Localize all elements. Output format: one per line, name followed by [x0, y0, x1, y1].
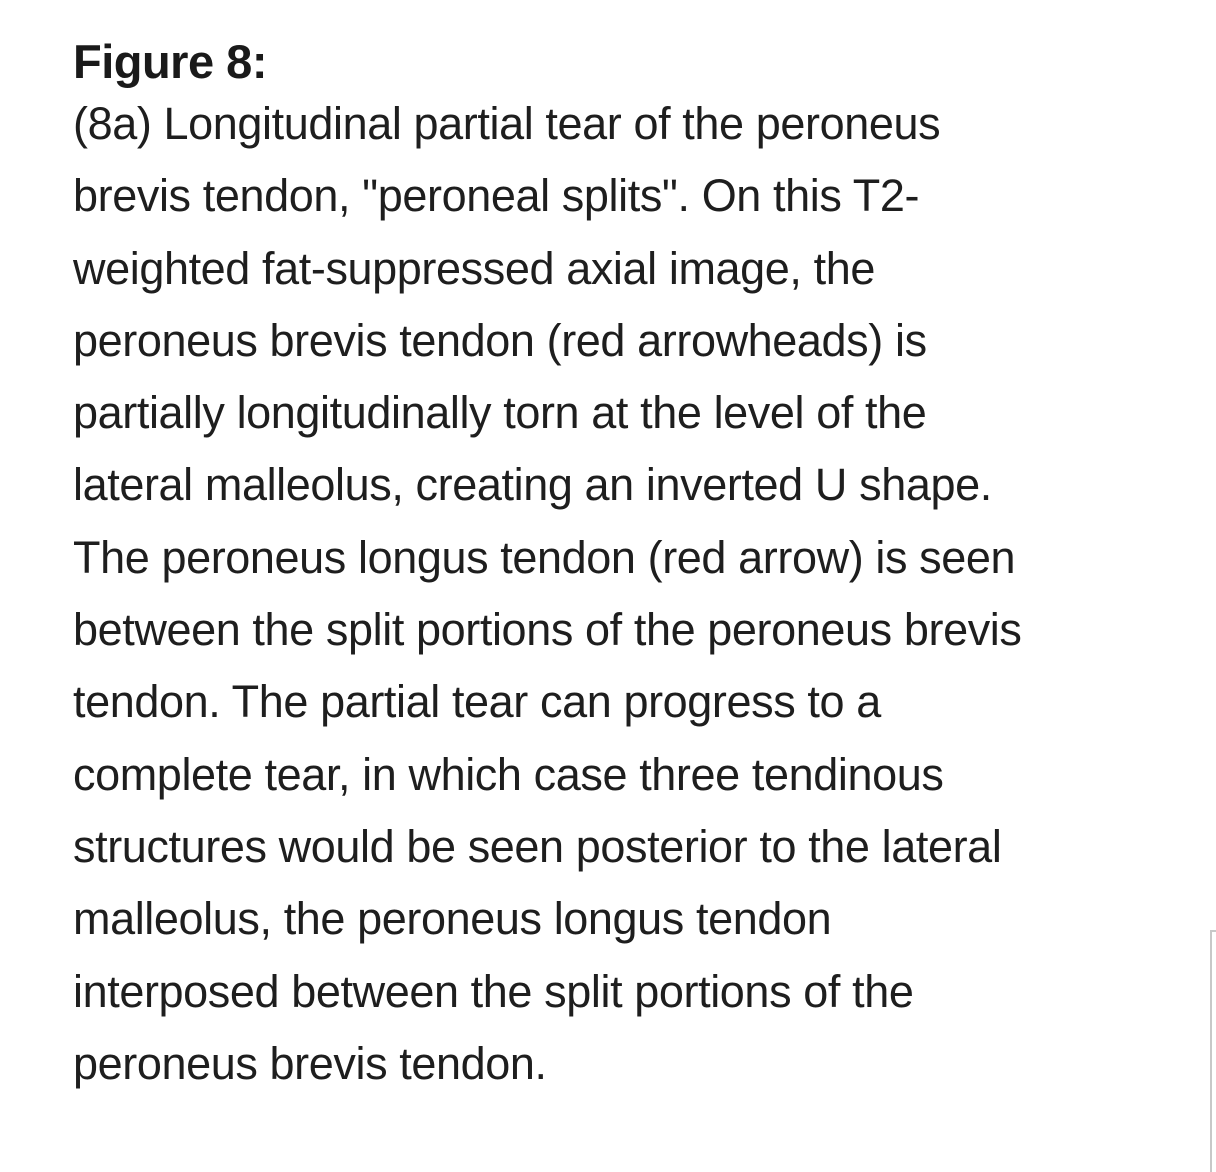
- caption-line: (8a) Longitudinal partial tear of the pe…: [73, 98, 941, 149]
- figure-title: Figure 8:: [73, 35, 267, 88]
- caption-text: (8a) Longitudinal partial tear of the pe…: [73, 88, 1213, 1100]
- caption-line: The peroneus longus tendon (red arrow) i…: [73, 531, 1016, 583]
- figure-caption: Figure 8: (8a) Longitudinal partial tear…: [73, 30, 1213, 1100]
- caption-line: peroneus brevis tendon.: [73, 1037, 547, 1089]
- caption-line: interposed between the split portions of…: [73, 965, 914, 1017]
- caption-line: weighted fat-suppressed axial image, the: [73, 242, 875, 294]
- caption-line: malleolus, the peroneus longus tendon: [73, 893, 832, 945]
- caption-line: peroneus brevis tendon (red arrowheads) …: [73, 314, 927, 366]
- caption-line: brevis tendon, "peroneal splits". On thi…: [73, 170, 920, 222]
- caption-line: lateral malleolus, creating an inverted …: [73, 459, 992, 511]
- caption-line: tendon. The partial tear can progress to…: [73, 676, 881, 728]
- caption-line: between the split portions of the perone…: [73, 604, 1022, 656]
- caption-line: partially longitudinally torn at the lev…: [73, 387, 927, 439]
- caption-line: complete tear, in which case three tendi…: [73, 748, 944, 800]
- caption-line: structures would be seen posterior to th…: [73, 820, 1002, 872]
- page-edge-divider: [1210, 930, 1216, 1172]
